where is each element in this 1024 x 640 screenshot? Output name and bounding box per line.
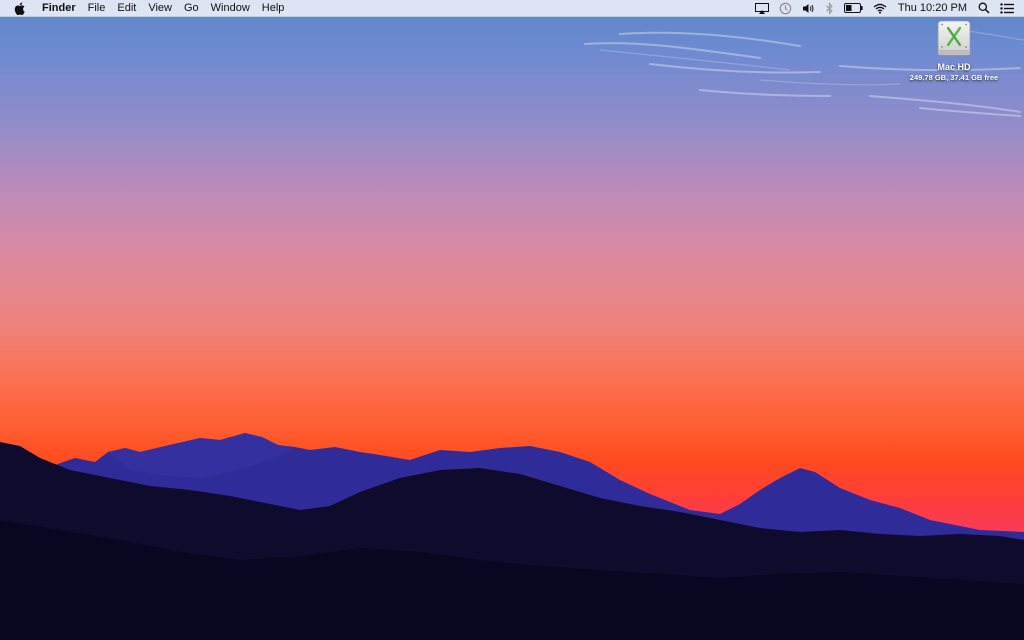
menu-bar: Finder File Edit View Go Window Help Thu… (0, 0, 1024, 17)
desktop-icon-info: 249.78 GB, 37.41 GB free (909, 73, 999, 82)
wifi-icon[interactable] (868, 0, 892, 16)
menu-edit[interactable]: Edit (111, 0, 142, 16)
desktop[interactable]: Finder File Edit View Go Window Help Thu… (0, 0, 1024, 640)
spotlight-search-icon[interactable] (973, 0, 995, 16)
menu-go[interactable]: Go (178, 0, 205, 16)
bluetooth-icon[interactable] (820, 0, 839, 16)
desktop-icon-label: Mac HD (937, 62, 971, 72)
menu-help[interactable]: Help (256, 0, 291, 16)
menu-bar-status: Thu 10:20 PM (750, 0, 1024, 16)
wallpaper-mountains (0, 433, 1024, 640)
volume-icon[interactable] (797, 0, 820, 16)
hard-drive-icon[interactable] (936, 20, 972, 58)
menu-bar-left: Finder File Edit View Go Window Help (0, 0, 290, 16)
desktop-icon-mac-hd[interactable]: Mac HD 249.78 GB, 37.41 GB free (898, 20, 1010, 82)
notification-center-icon[interactable] (995, 0, 1024, 16)
menu-view[interactable]: View (142, 0, 178, 16)
menu-window[interactable]: Window (205, 0, 256, 16)
battery-icon[interactable] (839, 0, 868, 16)
menu-file[interactable]: File (82, 0, 112, 16)
apple-icon[interactable] (12, 0, 26, 16)
menu-clock[interactable]: Thu 10:20 PM (892, 0, 973, 16)
airplay-icon[interactable] (750, 0, 774, 16)
menu-app-finder[interactable]: Finder (36, 0, 82, 16)
time-machine-icon[interactable] (774, 0, 797, 16)
